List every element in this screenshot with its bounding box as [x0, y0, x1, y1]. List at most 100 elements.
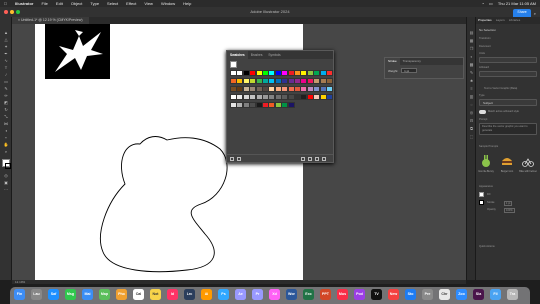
dock-app-finder[interactable]: Fin	[14, 289, 25, 300]
gradient-icon[interactable]: ▥	[469, 95, 474, 99]
new-color-group-icon[interactable]	[308, 157, 312, 161]
dock-app-ppt[interactable]: PPT	[320, 289, 331, 300]
more-tools-icon[interactable]: ⋯	[3, 188, 9, 192]
tab-properties[interactable]: Properties	[476, 17, 494, 24]
dock-app-maps[interactable]: Map	[99, 289, 110, 300]
tab-transparency[interactable]: Transparency	[400, 58, 424, 65]
dock-app-photos[interactable]: Pho	[116, 289, 127, 300]
sample-bike-thumbnail[interactable]	[521, 154, 535, 168]
pen-tool-icon[interactable]: ✒	[3, 52, 9, 56]
align-icon[interactable]: ⊟	[469, 119, 474, 123]
dock-app-xd[interactable]: Xd	[269, 289, 280, 300]
stroke-weight-field[interactable]: 1 pt	[401, 68, 418, 73]
menu-effect[interactable]: Effect	[126, 0, 136, 7]
dock-app-safari[interactable]: Saf	[48, 289, 59, 300]
dock-app-chrome[interactable]: Chr	[439, 289, 450, 300]
direct-selection-tool-icon[interactable]: △	[3, 38, 9, 42]
draw-mode-icon[interactable]: ◎	[3, 174, 9, 178]
dock-app-slack[interactable]: Sla	[473, 289, 484, 300]
color-swatch[interactable]	[326, 70, 333, 76]
symbols-icon[interactable]: ♣	[469, 79, 474, 83]
dock-app-ps[interactable]: Ps	[218, 289, 229, 300]
menu-app[interactable]: Illustrator	[15, 0, 33, 7]
delete-swatch-icon[interactable]	[322, 157, 326, 161]
sample-burger-thumbnail[interactable]	[500, 154, 514, 168]
layers-icon[interactable]: ▦	[469, 39, 474, 43]
opacity-input[interactable]: 100%	[504, 208, 515, 213]
menu-window[interactable]: Window	[161, 0, 175, 7]
document-tab[interactable]: × Untitled-1* @ 12.19 % (CMYK/Preview)	[12, 17, 89, 24]
magic-wand-tool-icon[interactable]: ✦	[3, 45, 9, 49]
close-window-button[interactable]	[4, 10, 8, 14]
dock-app-launch[interactable]: Lau	[31, 289, 42, 300]
pathfinder-icon[interactable]: ⧉	[469, 127, 474, 131]
units-select[interactable]	[479, 57, 537, 63]
tab-layers[interactable]: Layers	[494, 17, 507, 24]
menu-select[interactable]: Select	[107, 0, 118, 7]
dock-app-prefs[interactable]: Pre	[422, 289, 433, 300]
dock-app-id[interactable]: Id	[167, 289, 178, 300]
dock-app-zoom[interactable]: Zoo	[456, 289, 467, 300]
pencil-tool-icon[interactable]: ✏	[3, 94, 9, 98]
color-swatch[interactable]	[326, 78, 333, 84]
swatches-icon[interactable]: ▩	[469, 63, 474, 67]
menubar-clock[interactable]: Thu 21 Mar 11:05 AM	[498, 0, 536, 7]
battery-icon[interactable]: ▭	[489, 0, 493, 7]
color-swatch[interactable]	[326, 94, 333, 100]
color-swatch[interactable]	[287, 102, 295, 108]
transform-icon[interactable]: ⬚	[469, 135, 474, 139]
apple-icon[interactable]: 	[4, 0, 7, 7]
stroke-icon[interactable]: ≡	[469, 87, 474, 91]
fill-stroke-indicator[interactable]	[230, 61, 237, 68]
menu-object[interactable]: Object	[71, 0, 83, 7]
shape-builder-tool-icon[interactable]: ◑	[3, 129, 9, 133]
sample-bunny-thumbnail[interactable]	[479, 154, 493, 168]
tab-swatches[interactable]: Swatches	[227, 51, 248, 59]
rectangle-tool-icon[interactable]: ▭	[3, 80, 9, 84]
new-swatch-icon[interactable]	[315, 157, 319, 161]
properties-icon[interactable]: ▤	[469, 31, 474, 35]
stroke-swatch[interactable]	[479, 200, 484, 205]
dock-app-music[interactable]: Mus	[337, 289, 348, 300]
hand-tool-icon[interactable]: ✋	[3, 143, 9, 147]
menu-file[interactable]: File	[41, 0, 47, 7]
libraries-icon[interactable]: ❐	[469, 47, 474, 51]
eraser-tool-icon[interactable]: ◩	[3, 101, 9, 105]
type-select[interactable]: Subject	[479, 99, 537, 106]
dock-app-pr[interactable]: Pr	[252, 289, 263, 300]
transparency-icon[interactable]: ◌	[469, 103, 474, 107]
dock-app-news[interactable]: New	[388, 289, 399, 300]
screen-mode-icon[interactable]: ▣	[3, 181, 9, 185]
scale-tool-icon[interactable]: ⤡	[3, 115, 9, 119]
dock-app-files[interactable]: Fil	[490, 289, 501, 300]
tab-libraries[interactable]: Libraries	[507, 17, 523, 24]
zoom-level[interactable]: 12.19%	[15, 280, 25, 284]
color-swatch[interactable]	[326, 86, 333, 92]
swatch-options-icon[interactable]	[301, 157, 305, 161]
fill-swatch[interactable]	[479, 192, 484, 197]
dock-app-lrc[interactable]: Lrc	[184, 289, 195, 300]
dock-app-mail[interactable]: Mai	[82, 289, 93, 300]
dock-app-trash[interactable]: Tra	[507, 289, 518, 300]
dock-app-excel[interactable]: Exc	[303, 289, 314, 300]
dock-app-store[interactable]: Sto	[405, 289, 416, 300]
curvature-tool-icon[interactable]: ∿	[3, 59, 9, 63]
dock-app-msg[interactable]: Msg	[65, 289, 76, 300]
selection-tool-icon[interactable]: ▲	[3, 31, 9, 35]
tab-symbols[interactable]: Symbols	[265, 51, 283, 59]
zoom-tool-icon[interactable]: ⌕	[3, 150, 9, 154]
paintbrush-tool-icon[interactable]: ✎	[3, 87, 9, 91]
stroke-weight-input[interactable]: 1 pt	[504, 201, 513, 206]
menu-edit[interactable]: Edit	[56, 0, 63, 7]
dock-app-tv[interactable]: TV	[371, 289, 382, 300]
dock-app-ai[interactable]: Ai	[201, 289, 212, 300]
menu-view[interactable]: View	[144, 0, 153, 7]
line-tool-icon[interactable]: /	[3, 73, 9, 77]
stroke-color-swatch[interactable]	[5, 163, 11, 169]
color-icon[interactable]: ◐	[469, 55, 474, 59]
menu-type[interactable]: Type	[90, 0, 99, 7]
dock-app-word[interactable]: Wor	[286, 289, 297, 300]
width-tool-icon[interactable]: ⋈	[3, 122, 9, 126]
brushes-icon[interactable]: ✎	[469, 71, 474, 75]
dock-app-pod[interactable]: Pod	[354, 289, 365, 300]
